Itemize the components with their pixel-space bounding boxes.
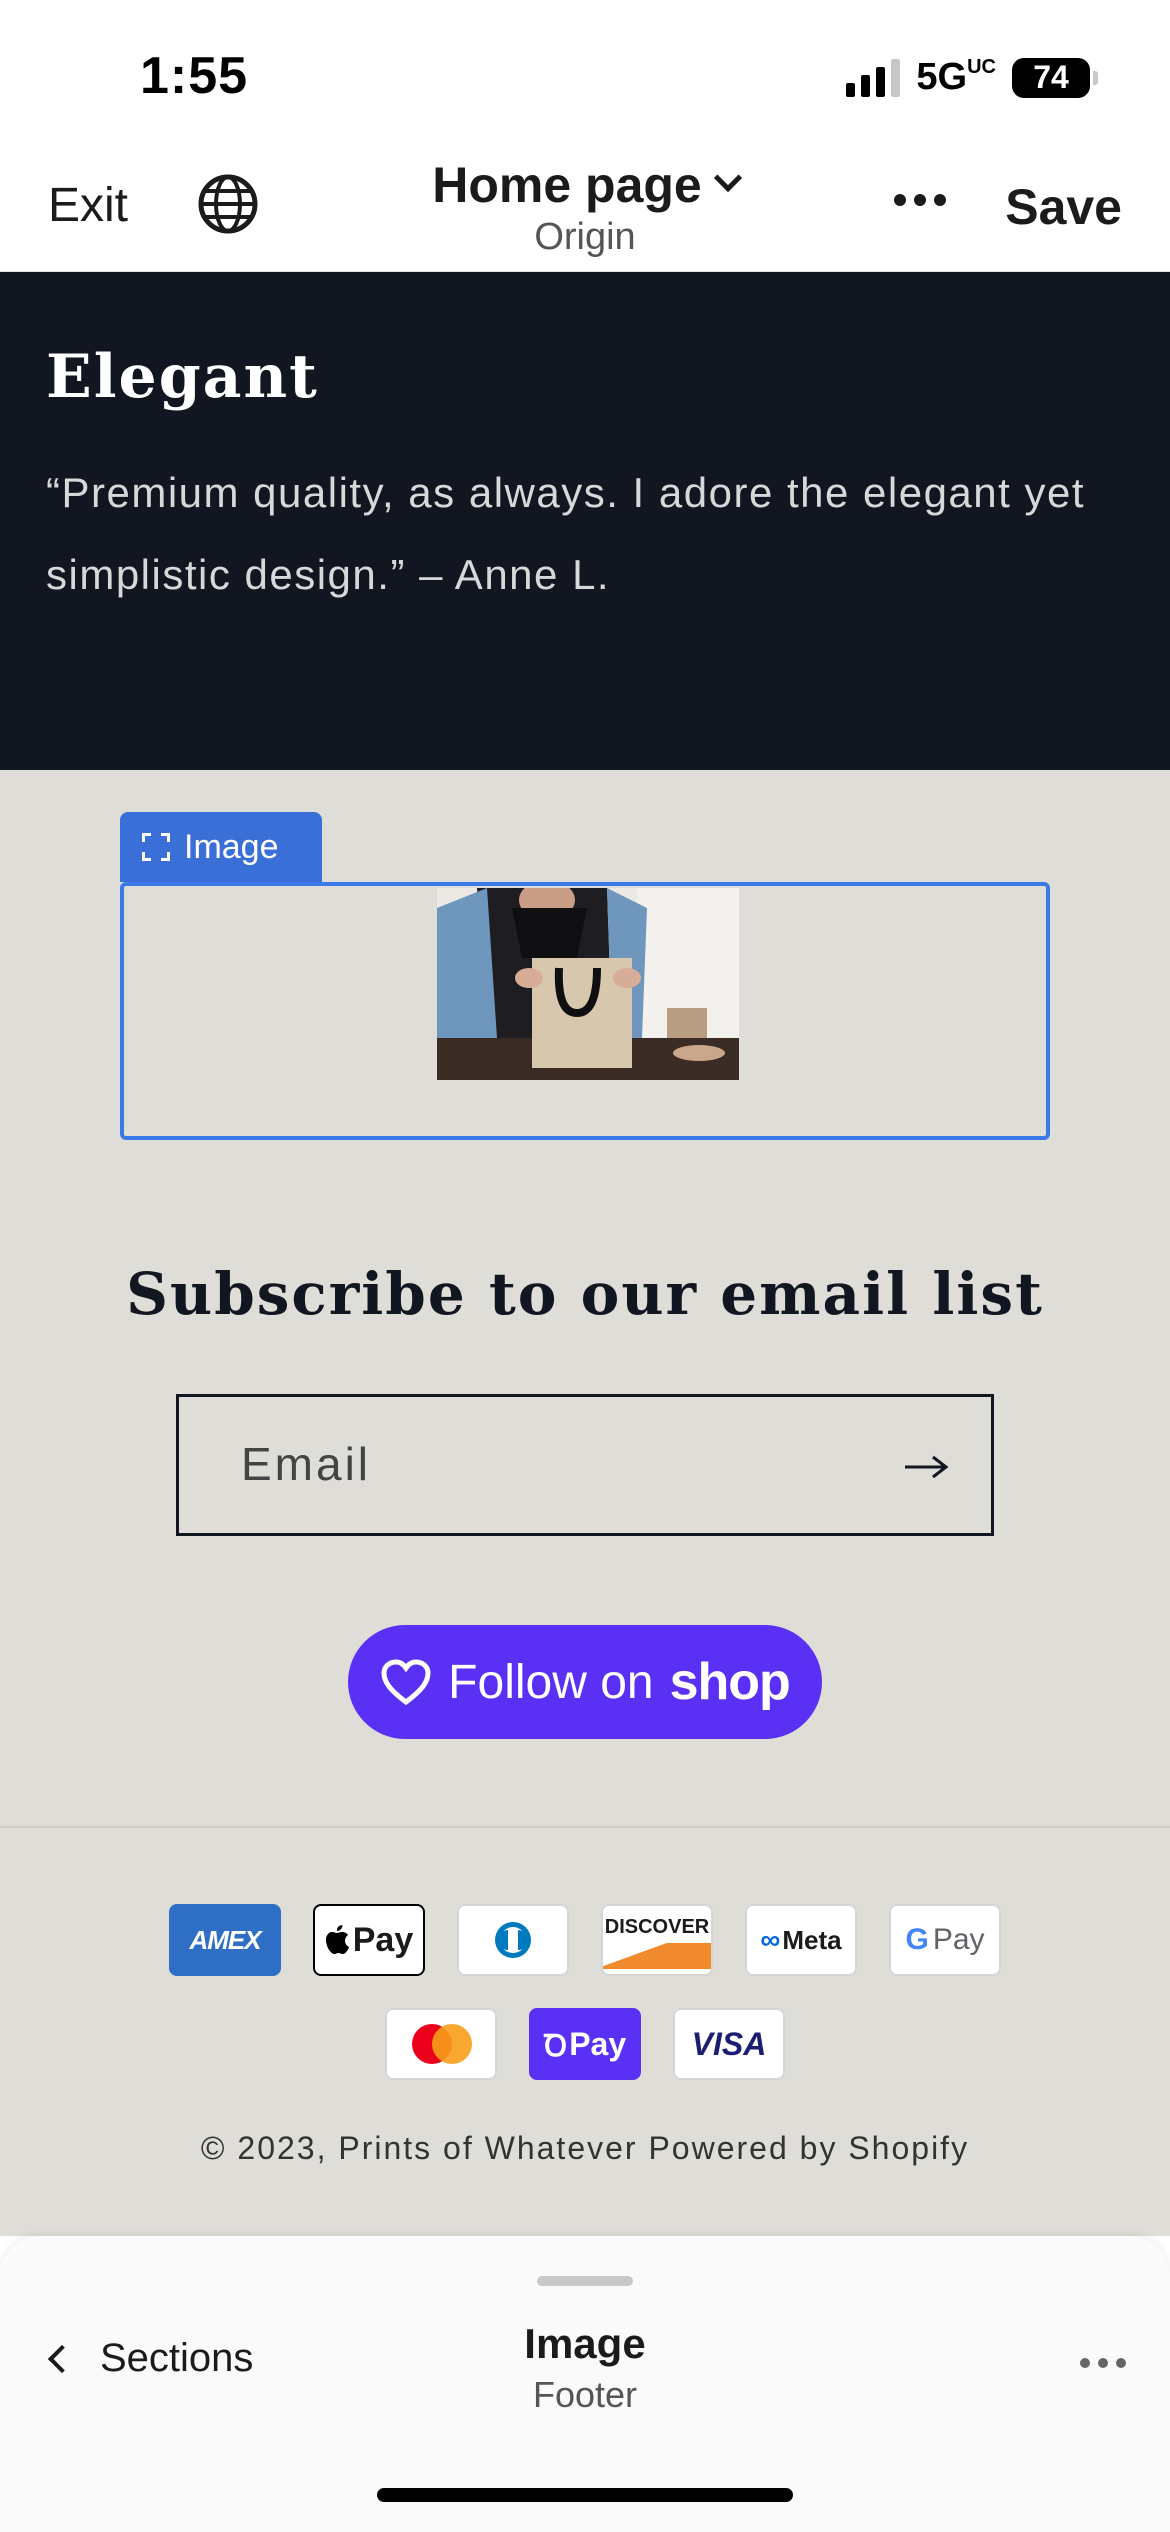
signal-icon: [846, 58, 901, 97]
image-frame-icon: [142, 833, 170, 861]
theme-name: Origin: [534, 216, 636, 258]
discover-icon: DISCOVER: [601, 1904, 713, 1976]
editor-header: Exit Home page Origin Save: [0, 150, 1170, 272]
diners-club-icon: [457, 1904, 569, 1976]
copyright-text: © 2023, Prints of Whatever Powered by Sh…: [200, 2130, 970, 2166]
newsletter-title: Subscribe to our email list: [126, 1260, 1044, 1328]
status-bar: 1:55 5GUC 74: [0, 0, 1170, 150]
google-pay-icon: G Pay: [889, 1904, 1001, 1976]
arrow-right-icon[interactable]: [903, 1455, 949, 1479]
battery-level: 74: [1033, 59, 1069, 95]
image-block-tag[interactable]: Image: [120, 812, 322, 882]
image-block-label: Image: [184, 827, 279, 866]
status-indicators: 5GUC 74: [846, 56, 1098, 99]
sheet-header: Image Footer: [0, 2320, 1170, 2416]
testimonial-heading: Elegant: [46, 342, 319, 412]
status-time: 1:55: [140, 47, 249, 105]
chevron-down-icon: [713, 163, 742, 193]
amex-icon: AMEX: [169, 1904, 281, 1976]
sheet-title: Image: [524, 2320, 646, 2367]
testimonial-section[interactable]: Elegant “Premium quality, as always. I a…: [0, 272, 1170, 770]
email-placeholder: Email: [241, 1438, 372, 1490]
follow-on-shop-button[interactable]: Follow on shop: [348, 1625, 822, 1739]
apple-pay-icon: Pay: [313, 1904, 425, 1976]
footer-section: Image Subscribe to our email list Email …: [0, 770, 1170, 2236]
bottom-sheet[interactable]: Sections Image Footer: [0, 2236, 1170, 2532]
product-photo: [437, 888, 739, 1080]
page-title[interactable]: Home page: [432, 156, 702, 214]
more-options-icon[interactable]: [894, 194, 946, 206]
visa-icon: VISA: [673, 2008, 785, 2080]
email-field[interactable]: Email: [176, 1394, 994, 1536]
testimonial-quote: “Premium quality, as always. I adore the…: [46, 469, 1086, 598]
payment-icons: AMEX Pay DISCOVER ∞ Meta G Pay Ꝺ Pay VISA: [0, 1904, 1170, 2112]
heart-icon: [381, 1659, 431, 1706]
sheet-more-icon[interactable]: [1080, 2358, 1126, 2368]
network-label: 5GUC: [916, 56, 996, 98]
image-block-selection[interactable]: [120, 882, 1050, 1140]
follow-label: Follow on: [448, 1655, 654, 1709]
sheet-subtitle: Footer: [532, 2374, 638, 2415]
page-selector[interactable]: Home page Origin: [0, 156, 1170, 259]
shop-logo: shop: [669, 1653, 791, 1711]
sheet-grabber[interactable]: [537, 2276, 633, 2286]
divider: [0, 1826, 1170, 1828]
meta-pay-icon: ∞ Meta: [745, 1904, 857, 1976]
home-indicator[interactable]: [377, 2488, 793, 2502]
mastercard-icon: [385, 2008, 497, 2080]
save-button[interactable]: Save: [1005, 178, 1122, 236]
battery-icon: 74: [1012, 57, 1098, 98]
shop-pay-icon: Ꝺ Pay: [529, 2008, 641, 2080]
